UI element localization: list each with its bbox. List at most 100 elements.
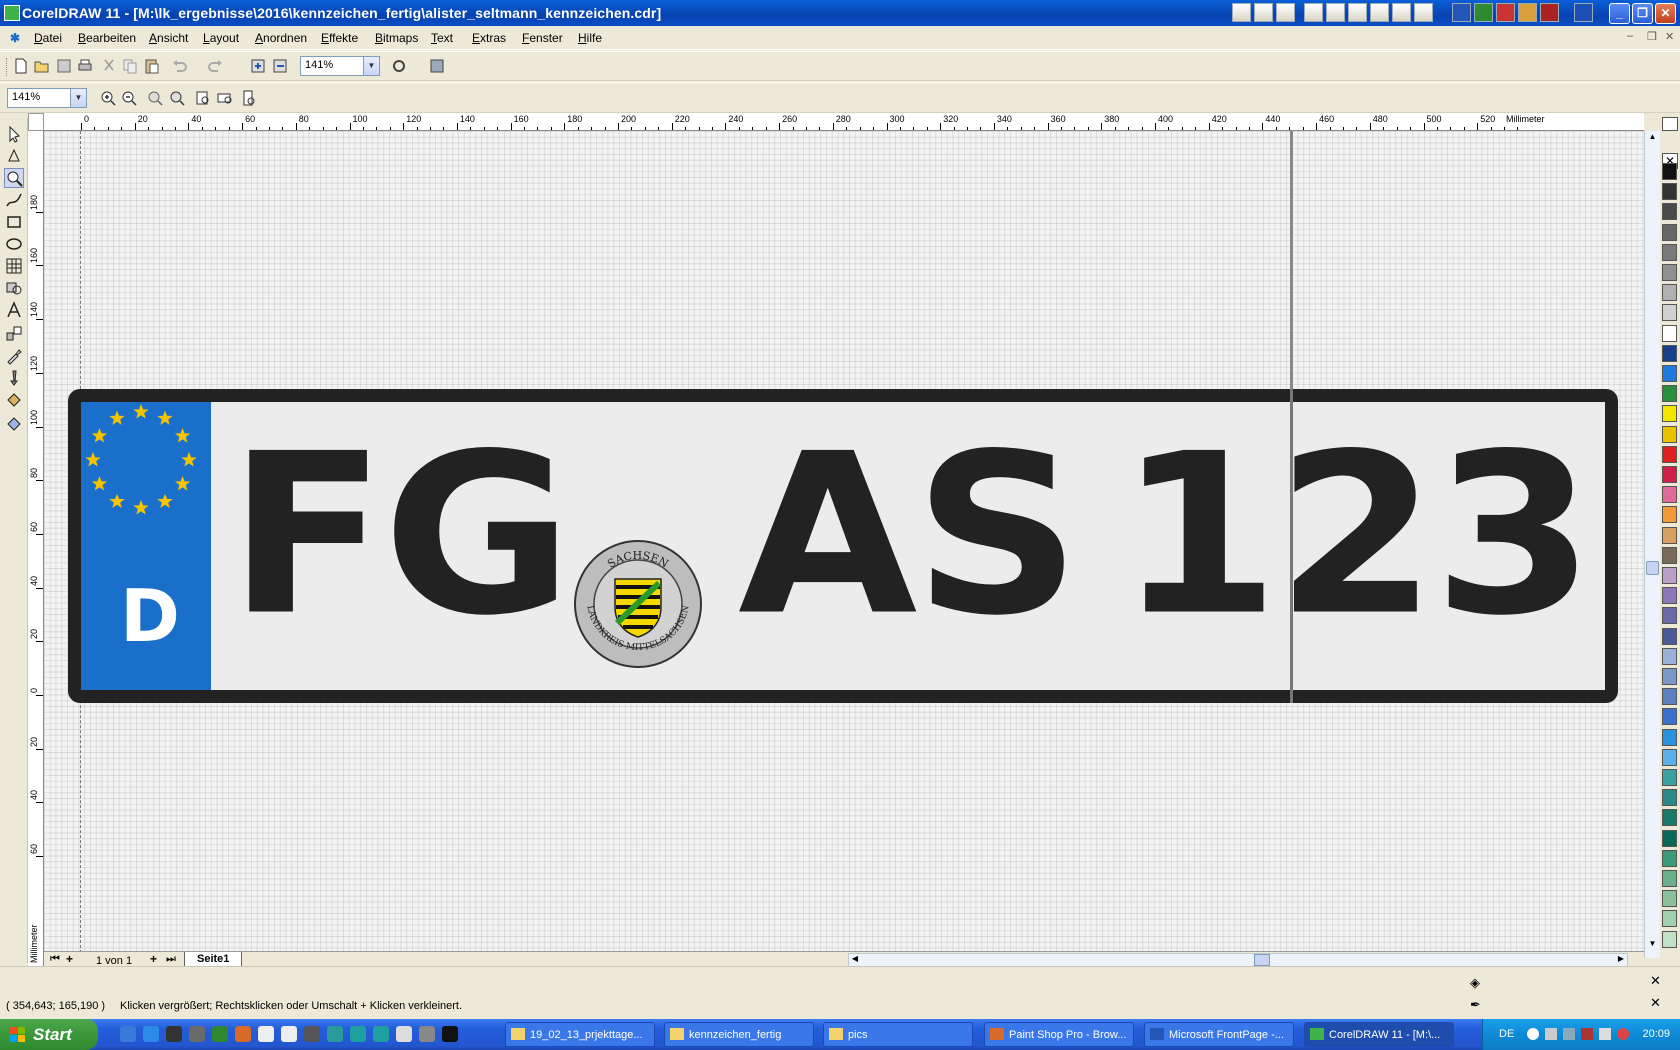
- quicklaunch-app4-icon[interactable]: [419, 1026, 435, 1042]
- menu-text[interactable]: Text: [431, 31, 453, 45]
- color-swatch[interactable]: [1662, 365, 1677, 382]
- fill-indicator-icon[interactable]: ◈: [1470, 975, 1480, 991]
- menu-extras[interactable]: Extras: [472, 31, 506, 45]
- coreldraw-app-icon[interactable]: [4, 5, 20, 21]
- acrobat-icon[interactable]: [1540, 3, 1559, 22]
- color-swatch[interactable]: [1662, 668, 1677, 685]
- contact-icon[interactable]: [1370, 3, 1389, 22]
- color-swatch[interactable]: [1662, 203, 1677, 221]
- task-folder-projekttage[interactable]: 19_02_13_prjekttage...: [505, 1022, 655, 1047]
- color-swatch[interactable]: [1662, 243, 1677, 261]
- menu-anordnen[interactable]: Anordnen: [255, 31, 307, 45]
- zoom-page-icon[interactable]: [194, 89, 212, 107]
- color-swatch[interactable]: [1662, 405, 1677, 423]
- color-swatch[interactable]: [1662, 506, 1677, 524]
- color-swatch[interactable]: [1662, 930, 1677, 948]
- color-swatch[interactable]: [1662, 647, 1677, 665]
- seal-icon[interactable]: SACHSEN LANDKREIS MITTELSACHSEN: [573, 539, 703, 669]
- color-swatch[interactable]: [1662, 264, 1677, 281]
- color-swatch[interactable]: [1662, 466, 1677, 483]
- zoom-all-icon[interactable]: [168, 89, 186, 107]
- add-page-icon[interactable]: +: [66, 952, 73, 966]
- tray-app1-icon[interactable]: [1563, 1028, 1575, 1040]
- color-swatch[interactable]: [1662, 567, 1677, 584]
- zoom-in-icon[interactable]: [99, 89, 117, 107]
- word-icon[interactable]: [1452, 3, 1471, 22]
- chevron-down-icon[interactable]: ▼: [363, 57, 379, 75]
- plate-digits[interactable]: 123: [1118, 425, 1595, 647]
- color-swatch[interactable]: [1662, 344, 1677, 362]
- menu-datei[interactable]: Datei: [34, 31, 62, 45]
- scroll-right-icon[interactable]: ▶: [1615, 954, 1627, 966]
- color-swatch[interactable]: [1662, 849, 1677, 867]
- quicklaunch-arduino-icon[interactable]: [350, 1026, 366, 1042]
- color-swatch[interactable]: [1662, 163, 1677, 180]
- tray-volume-icon[interactable]: [1599, 1028, 1611, 1040]
- doc-restore-button[interactable]: ❐: [1647, 30, 1657, 43]
- tray-acrobat-icon[interactable]: [1581, 1028, 1593, 1040]
- task-coreldraw[interactable]: CorelDRAW 11 - [M:\...: [1304, 1022, 1454, 1047]
- quicklaunch-app3-icon[interactable]: [396, 1026, 412, 1042]
- quicklaunch-printer-icon[interactable]: [304, 1026, 320, 1042]
- color-swatch[interactable]: [1662, 870, 1677, 887]
- color-swatch[interactable]: [1662, 910, 1677, 928]
- quicklaunch-icon-3[interactable]: [1276, 3, 1295, 22]
- color-swatch[interactable]: [1662, 708, 1677, 726]
- vertical-scrollbar[interactable]: ▲ ▼: [1644, 131, 1660, 958]
- zoom-selected-icon[interactable]: [146, 89, 164, 107]
- quicklaunch-note-icon[interactable]: [281, 1026, 297, 1042]
- plate-letters-district[interactable]: FG: [228, 425, 573, 647]
- color-swatch[interactable]: [1662, 809, 1677, 827]
- quicklaunch-paint-icon[interactable]: [235, 1026, 251, 1042]
- import-icon[interactable]: [249, 57, 267, 75]
- color-swatch[interactable]: [1662, 445, 1677, 463]
- access-icon[interactable]: [1496, 3, 1515, 22]
- scroll-up-icon[interactable]: ▲: [1646, 132, 1659, 145]
- close-button[interactable]: ✕: [1655, 3, 1676, 24]
- menu-bearbeiten[interactable]: Bearbeiten: [78, 31, 136, 45]
- cut-icon[interactable]: [100, 57, 118, 75]
- color-swatch[interactable]: [1662, 829, 1677, 847]
- language-indicator[interactable]: DE: [1499, 1028, 1514, 1040]
- pick-tool-icon[interactable]: [4, 124, 24, 144]
- ruler-origin[interactable]: [28, 113, 44, 131]
- task-frontpage[interactable]: Microsoft FrontPage -...: [1144, 1022, 1294, 1047]
- chevron-down-icon[interactable]: ▼: [70, 89, 86, 107]
- scroll-thumb[interactable]: [1646, 561, 1659, 575]
- eyedropper-tool-icon[interactable]: [4, 346, 24, 366]
- freehand-tool-icon[interactable]: [4, 190, 24, 210]
- outline-indicator-icon[interactable]: ✒: [1470, 997, 1481, 1013]
- color-swatch[interactable]: [1662, 607, 1677, 625]
- color-swatch[interactable]: [1662, 284, 1677, 302]
- menu-fenster[interactable]: Fenster: [522, 31, 563, 45]
- save-icon[interactable]: [55, 57, 73, 75]
- export-icon[interactable]: [271, 57, 289, 75]
- excel-icon[interactable]: [1474, 3, 1493, 22]
- text-tool-icon[interactable]: [4, 300, 24, 320]
- tray-expand-icon[interactable]: [1527, 1028, 1539, 1040]
- palette-options-icon[interactable]: [1662, 117, 1678, 131]
- color-swatch[interactable]: [1662, 223, 1677, 241]
- doc-icon[interactable]: ✱: [10, 31, 20, 45]
- menu-bitmaps[interactable]: Bitmaps: [375, 31, 418, 45]
- plate-letters-id[interactable]: AS: [738, 425, 1081, 647]
- scroll-down-icon[interactable]: ▼: [1646, 939, 1659, 952]
- horizontal-ruler[interactable]: 0 20 40 60 80 100 120 140 160 180 200 220 240 260 280 3…: [44, 113, 1644, 131]
- hscroll-thumb[interactable]: [1254, 954, 1270, 966]
- menu-hilfe[interactable]: Hilfe: [578, 31, 602, 45]
- interactive-fill-tool-icon[interactable]: [4, 412, 24, 432]
- quicklaunch-excel-icon[interactable]: [212, 1026, 228, 1042]
- quicklaunch-cmd-icon[interactable]: [442, 1026, 458, 1042]
- quicklaunch-app1-icon[interactable]: [189, 1026, 205, 1042]
- print-icon[interactable]: [76, 57, 94, 75]
- task-folder-pics[interactable]: pics: [823, 1022, 973, 1047]
- fill-tool-icon[interactable]: [4, 390, 24, 410]
- quicklaunch-arduino2-icon[interactable]: [373, 1026, 389, 1042]
- calendar-icon[interactable]: [1326, 3, 1345, 22]
- tray-network-icon[interactable]: [1545, 1028, 1557, 1040]
- quicklaunch-ie-icon[interactable]: [143, 1026, 159, 1042]
- color-swatch[interactable]: [1662, 385, 1677, 403]
- basic-shapes-tool-icon[interactable]: [4, 278, 24, 298]
- quicklaunch-app2-icon[interactable]: [327, 1026, 343, 1042]
- zoom-level-combo[interactable]: 141% ▼: [300, 56, 380, 76]
